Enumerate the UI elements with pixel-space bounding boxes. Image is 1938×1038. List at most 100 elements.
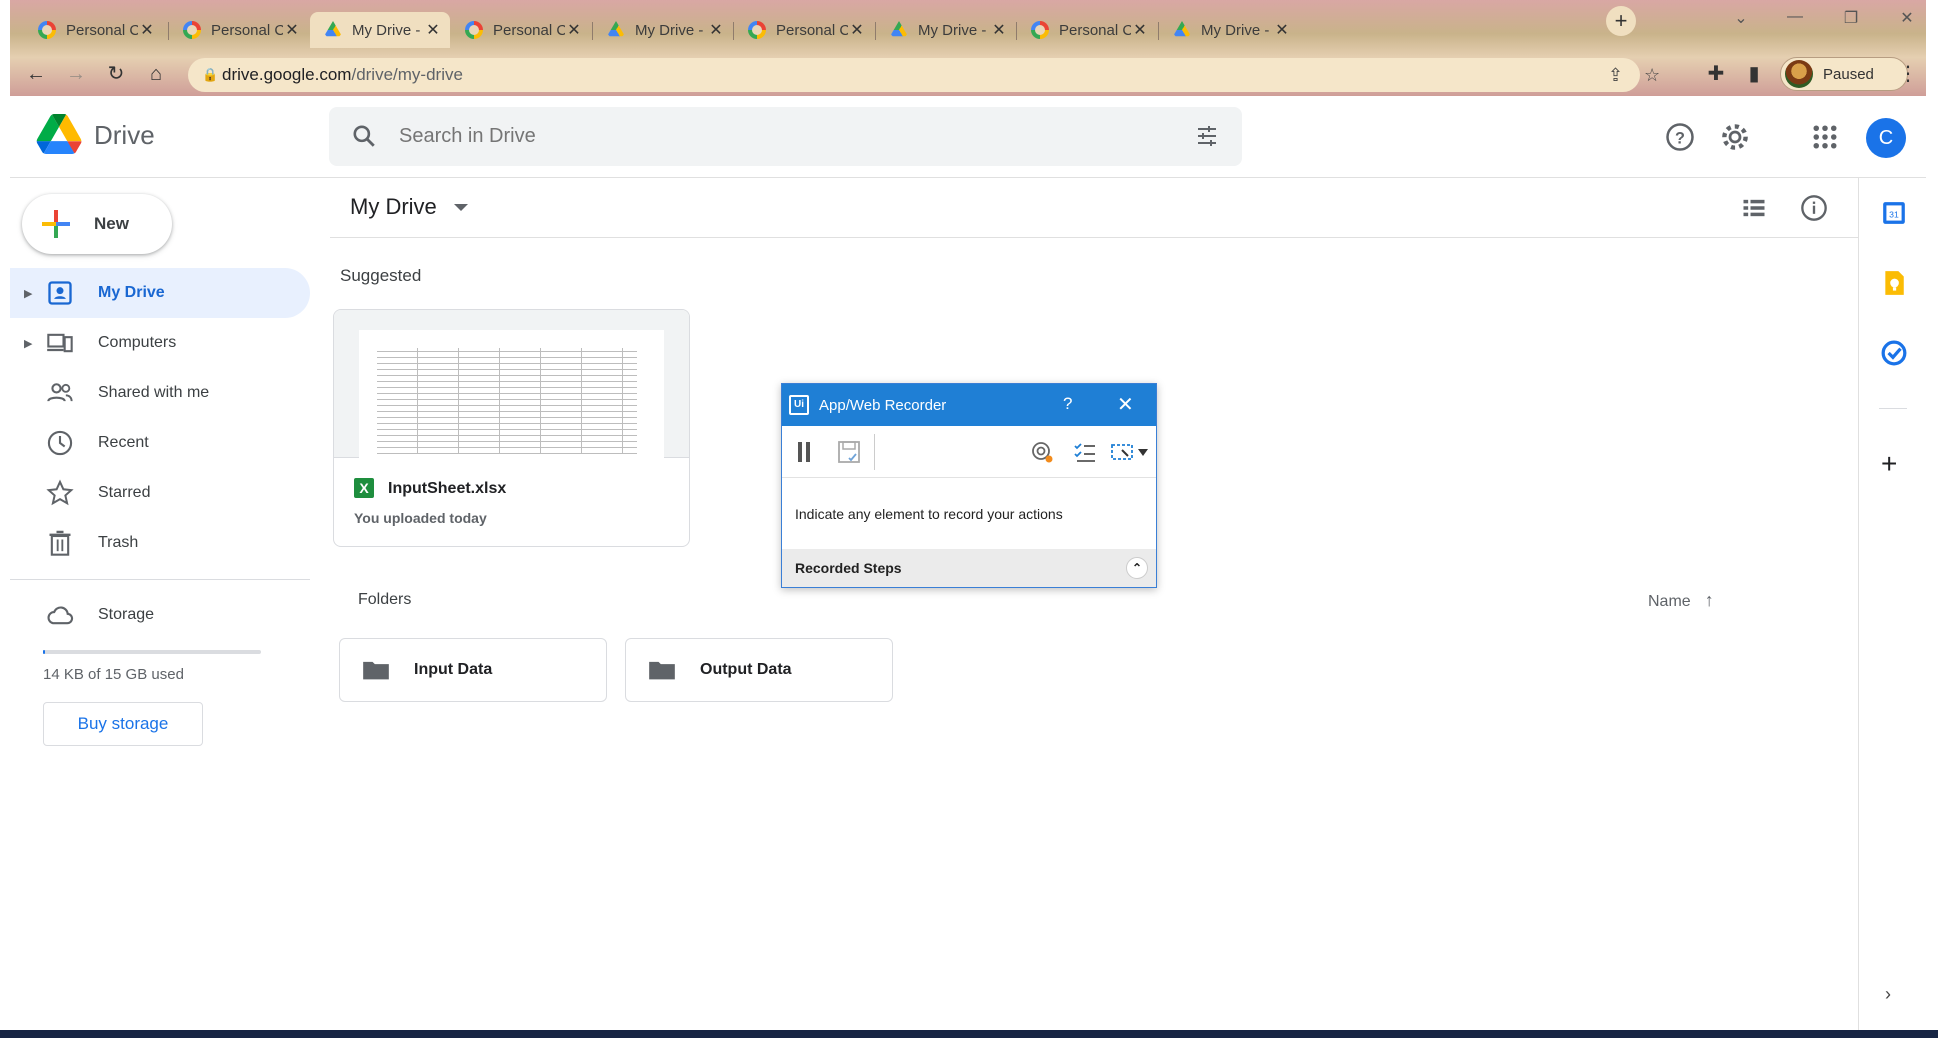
list-view-icon[interactable] [1740, 194, 1768, 222]
cloud-icon [47, 606, 74, 625]
recorder-title: App/Web Recorder [819, 396, 947, 414]
chevron-down-icon[interactable] [454, 204, 468, 211]
sidebar-item-my-drive[interactable]: ▶ My Drive [10, 268, 310, 318]
close-tab-icon[interactable]: ✕ [565, 20, 583, 40]
browser-tab[interactable]: Personal Cloud✕ [1017, 12, 1157, 48]
browser-tab[interactable]: Personal Cloud✕ [169, 12, 309, 48]
select-element-icon[interactable] [1110, 440, 1150, 464]
url-host: drive.google.com [222, 65, 352, 84]
keep-icon[interactable] [1881, 270, 1907, 296]
sidebar-item-label: My Drive [98, 284, 165, 301]
google-icon [465, 21, 483, 39]
reload-icon[interactable]: ↻ [102, 60, 130, 88]
drive-logo-icon[interactable] [36, 114, 82, 154]
close-tab-icon[interactable]: ✕ [848, 20, 866, 40]
drive-header: Drive ? C [10, 96, 1926, 178]
close-window-button[interactable]: ✕ [1884, 8, 1930, 28]
account-avatar[interactable]: C [1866, 118, 1906, 158]
add-addon-icon[interactable]: + [1881, 448, 1897, 480]
sidebar-item-storage[interactable]: Storage [10, 590, 310, 640]
extensions-icon[interactable]: ✚ [1702, 60, 1730, 88]
location-header: My Drive [330, 178, 1860, 238]
minimize-button[interactable]: — [1772, 8, 1818, 26]
buy-storage-button[interactable]: Buy storage [43, 702, 203, 746]
collapse-icon[interactable]: ⌃ [1126, 557, 1148, 579]
side-panel-divider [1879, 408, 1907, 409]
new-tab-button[interactable]: + [1606, 6, 1636, 36]
storage-usage-fill [43, 650, 45, 654]
recorder-message: Indicate any element to record your acti… [795, 506, 1063, 522]
suggested-file-card[interactable]: X InputSheet.xlsx You uploaded today [333, 309, 690, 547]
restore-button[interactable]: ❐ [1828, 8, 1874, 28]
recorded-steps-header[interactable]: Recorded Steps ⌃ [782, 549, 1156, 587]
checklist-icon[interactable] [1072, 440, 1098, 464]
browser-tab[interactable]: My Drive - Go✕ [876, 12, 1016, 48]
drive-brand: Drive [94, 120, 155, 150]
browser-tab[interactable]: My Drive - Go✕ [310, 12, 450, 48]
record-target-icon[interactable] [1029, 440, 1055, 464]
folder-output-data[interactable]: Output Data [625, 638, 893, 702]
tab-title: Personal Cloud [66, 21, 138, 39]
sidebar: New ▶ My Drive ▶ Computers Shared with me Rec… [10, 178, 310, 1028]
address-bar[interactable]: 🔒 drive.google.com/drive/my-drive ⇪ ☆ [188, 58, 1660, 92]
close-tab-icon[interactable]: ✕ [138, 20, 156, 40]
calendar-icon[interactable]: 31 [1881, 200, 1907, 226]
tab-title: Personal Cloud [493, 21, 565, 39]
sidebar-item-starred[interactable]: Starred [10, 468, 310, 518]
help-button[interactable]: ? [1063, 394, 1072, 414]
close-icon[interactable]: ✕ [1117, 392, 1134, 417]
browser-tab[interactable]: My Drive - Go✕ [593, 12, 733, 48]
back-icon[interactable]: ← [22, 60, 50, 88]
close-tab-icon[interactable]: ✕ [424, 20, 442, 40]
close-tab-icon[interactable]: ✕ [990, 20, 1008, 40]
browser-tab[interactable]: Personal Cloud✕ [734, 12, 874, 48]
uipath-logo-icon: Ui [789, 395, 809, 415]
save-icon[interactable] [837, 440, 861, 464]
bookmark-star-icon[interactable]: ☆ [1644, 65, 1660, 86]
sidebar-item-shared-with-me[interactable]: Shared with me [10, 368, 310, 418]
expand-arrow-icon[interactable]: ▶ [24, 287, 32, 300]
info-icon[interactable] [1800, 194, 1828, 222]
recorder-dialog: Ui App/Web Recorder ? ✕ Indicate any ele… [781, 383, 1157, 588]
google-icon [183, 21, 201, 39]
browser-tab[interactable]: My Drive - Go✕ [1159, 12, 1299, 48]
close-tab-icon[interactable]: ✕ [283, 20, 301, 40]
close-tab-icon[interactable]: ✕ [1273, 20, 1291, 40]
sidebar-item-recent[interactable]: Recent [10, 418, 310, 468]
settings-gear-icon[interactable] [1720, 122, 1750, 152]
url-path: /drive/my-drive [351, 65, 463, 84]
chevron-right-icon[interactable]: › [1885, 984, 1891, 1005]
toolbar-divider [874, 434, 875, 470]
profile-button[interactable]: Paused [1780, 57, 1908, 91]
page-title[interactable]: My Drive [350, 194, 437, 220]
forward-icon[interactable]: → [62, 60, 90, 88]
browser-tab[interactable]: Personal Cloud✕ [24, 12, 164, 48]
browser-menu-icon[interactable]: ⋮ [1894, 60, 1922, 88]
tasks-icon[interactable] [1881, 340, 1907, 366]
folder-input-data[interactable]: Input Data [339, 638, 607, 702]
sidebar-item-computers[interactable]: ▶ Computers [10, 318, 310, 368]
sidebar-item-trash[interactable]: Trash [10, 518, 310, 568]
close-tab-icon[interactable]: ✕ [707, 20, 725, 40]
close-tab-icon[interactable]: ✕ [1131, 20, 1149, 40]
expand-arrow-icon[interactable]: ▶ [24, 337, 32, 350]
home-icon[interactable]: ⌂ [142, 60, 170, 88]
search-icon[interactable] [351, 123, 377, 149]
google-icon [1031, 21, 1049, 39]
browser-tab[interactable]: Personal Cloud✕ [451, 12, 591, 48]
apps-grid-icon[interactable] [1810, 122, 1840, 152]
new-button[interactable]: New [22, 194, 172, 254]
sort-by-name[interactable]: Name ↑ [1648, 590, 1714, 611]
sort-label: Name [1648, 593, 1691, 610]
help-icon[interactable]: ? [1665, 122, 1695, 152]
search-bar[interactable] [329, 107, 1242, 166]
side-panel-icon[interactable]: ▮ [1740, 60, 1768, 88]
share-icon[interactable]: ⇪ [1608, 65, 1623, 86]
tab-search-icon[interactable]: ⌄ [1718, 8, 1764, 28]
search-options-icon[interactable] [1194, 124, 1220, 148]
pause-icon[interactable] [795, 440, 813, 464]
recorder-titlebar[interactable]: Ui App/Web Recorder ? ✕ [782, 384, 1156, 426]
arrow-up-icon[interactable]: ↑ [1705, 590, 1714, 610]
search-input[interactable] [399, 121, 1099, 151]
sidebar-item-label: Shared with me [98, 384, 210, 401]
